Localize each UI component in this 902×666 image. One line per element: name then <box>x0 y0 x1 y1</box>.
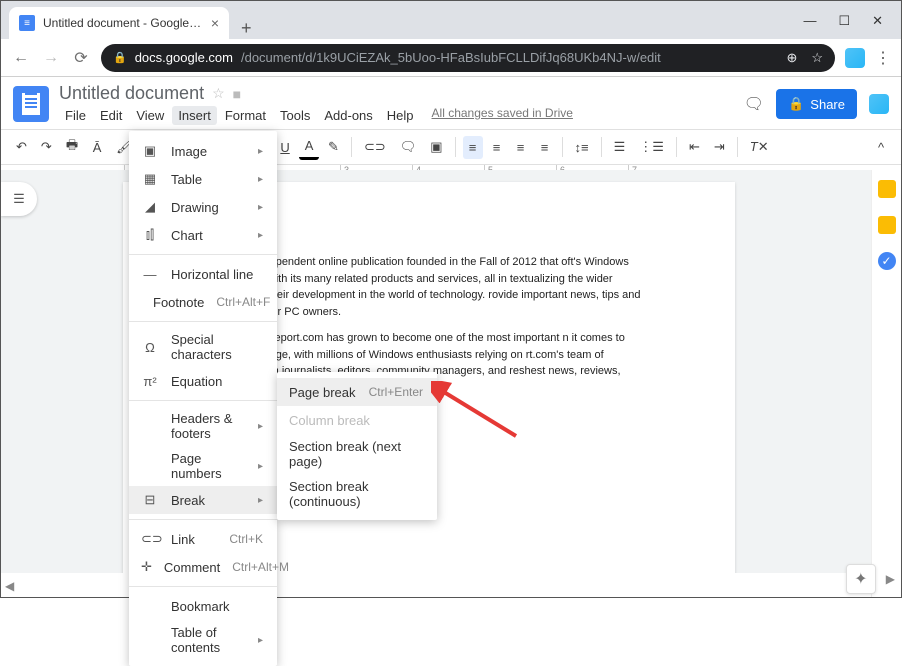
break-section-break-next-page-[interactable]: Section break (next page) <box>277 434 437 474</box>
insert-horizontal-line[interactable]: —Horizontal line <box>129 260 277 288</box>
break-column-break: Column break <box>277 406 437 434</box>
share-button[interactable]: 🔒Share <box>776 89 857 119</box>
menu-addons[interactable]: Add-ons <box>318 106 378 125</box>
break-page-break[interactable]: Page breakCtrl+Enter <box>277 378 437 406</box>
window-controls: ― ☐ ✕ <box>803 13 901 39</box>
insert-link[interactable]: ⊂⊃LinkCtrl+K <box>129 525 277 553</box>
calendar-icon[interactable] <box>878 180 896 198</box>
docs-favicon: ≡ <box>19 15 35 31</box>
outline-toggle-button[interactable]: ☰ <box>1 182 37 216</box>
extension-icon[interactable] <box>845 48 865 68</box>
menu-edit[interactable]: Edit <box>94 106 128 125</box>
url-path: /document/d/1k9UCiEZAk_5bUoo-HFaBsIubFCL… <box>241 50 661 65</box>
insert-special-characters[interactable]: ΩSpecial characters <box>129 327 277 367</box>
star-icon[interactable]: ☆ <box>212 85 225 102</box>
new-tab-button[interactable]: + <box>229 18 264 39</box>
break-submenu: Page breakCtrl+EnterColumn breakSection … <box>277 372 437 520</box>
menu-insert[interactable]: Insert <box>172 106 217 125</box>
break-section-break-continuous-[interactable]: Section break (continuous) <box>277 474 437 514</box>
keep-icon[interactable] <box>878 216 896 234</box>
bottom-bar: ✦ ▶ <box>846 564 895 594</box>
tasks-icon[interactable]: ✓ <box>878 252 896 270</box>
side-panel: ✓ <box>871 170 901 597</box>
align-center-button[interactable]: ≡ <box>487 136 507 159</box>
scroll-left-icon[interactable]: ◀ <box>5 579 14 593</box>
line-spacing-button[interactable]: ↕≡ <box>570 136 594 159</box>
insert-bookmark[interactable]: Bookmark <box>129 592 277 620</box>
highlight-button[interactable]: ✎ <box>323 135 344 159</box>
minimize-button[interactable]: ― <box>803 13 816 29</box>
insert-break[interactable]: ⊟Break▸ <box>129 486 277 514</box>
tab-title: Untitled document - Google Doc <box>43 16 203 30</box>
browser-tab[interactable]: ≡ Untitled document - Google Doc × <box>9 7 229 39</box>
align-right-button[interactable]: ≡ <box>511 136 531 159</box>
move-folder-icon[interactable]: ■ <box>233 86 241 102</box>
align-left-button[interactable]: ≡ <box>463 136 483 159</box>
increase-indent-button[interactable]: ⇥ <box>709 135 730 159</box>
save-status[interactable]: All changes saved in Drive <box>432 106 573 125</box>
menu-help[interactable]: Help <box>381 106 420 125</box>
menu-format[interactable]: Format <box>219 106 272 125</box>
menu-file[interactable]: File <box>59 106 92 125</box>
hide-menus-button[interactable]: ^ <box>871 136 891 159</box>
insert-image[interactable]: ▣Image▸ <box>129 137 277 165</box>
comments-icon[interactable]: 🗨 <box>744 94 764 114</box>
browser-tabstrip: ≡ Untitled document - Google Doc × + ― ☐… <box>1 1 901 39</box>
insert-dropdown: ▣Image▸▦Table▸◢Drawing▸⫾⫿Chart▸ —Horizont… <box>129 131 277 666</box>
redo-button[interactable]: ↷ <box>36 135 57 159</box>
align-justify-button[interactable]: ≡ <box>535 136 555 159</box>
url-input[interactable]: 🔒 docs.google.com/document/d/1k9UCiEZAk_… <box>101 44 835 72</box>
insert-table[interactable]: ▦Table▸ <box>129 165 277 193</box>
lock-icon: 🔒 <box>788 96 804 112</box>
insert-table-of-contents[interactable]: Table of contents▸ <box>129 620 277 660</box>
forward-button[interactable]: → <box>41 49 61 67</box>
address-bar: ← → ⟳ 🔒 docs.google.com/document/d/1k9UC… <box>1 39 901 77</box>
menu-bar: File Edit View Insert Format Tools Add-o… <box>59 106 734 125</box>
docs-header: Untitled document ☆ ■ File Edit View Ins… <box>1 77 901 125</box>
text-color-button[interactable]: A <box>299 134 319 160</box>
zoom-icon[interactable]: ⊕ <box>786 50 797 66</box>
insert-comment-button[interactable]: 🗨 <box>395 135 422 159</box>
insert-drawing[interactable]: ◢Drawing▸ <box>129 193 277 221</box>
lock-icon: 🔒 <box>113 51 127 64</box>
explore-button[interactable]: ✦ <box>846 564 876 594</box>
undo-button[interactable]: ↶ <box>11 135 32 159</box>
insert-chart[interactable]: ⫾⫿Chart▸ <box>129 221 277 249</box>
scroll-right-icon[interactable]: ▶ <box>886 572 895 586</box>
underline-button[interactable]: U <box>275 136 295 159</box>
clear-formatting-button[interactable]: T✕ <box>745 135 774 159</box>
menu-tools[interactable]: Tools <box>274 106 316 125</box>
insert-page-numbers[interactable]: Page numbers▸ <box>129 446 277 486</box>
insert-comment[interactable]: ✛CommentCtrl+Alt+M <box>129 553 277 581</box>
close-tab-icon[interactable]: × <box>211 15 219 31</box>
decrease-indent-button[interactable]: ⇤ <box>684 135 705 159</box>
back-button[interactable]: ← <box>11 49 31 67</box>
docs-logo[interactable] <box>13 86 49 122</box>
url-domain: docs.google.com <box>135 50 233 65</box>
insert-link-button[interactable]: ⊂⊃ <box>359 135 391 159</box>
menu-view[interactable]: View <box>130 106 170 125</box>
insert-image-button[interactable]: ▣ <box>425 135 447 159</box>
document-title[interactable]: Untitled document <box>59 83 204 104</box>
insert-footnote[interactable]: FootnoteCtrl+Alt+F <box>129 288 277 316</box>
browser-menu-icon[interactable]: ⋮ <box>875 48 891 68</box>
close-window-button[interactable]: ✕ <box>872 13 883 29</box>
maximize-button[interactable]: ☐ <box>838 13 850 29</box>
insert-equation[interactable]: π²Equation <box>129 367 277 395</box>
insert-headers-footers[interactable]: Headers & footers▸ <box>129 406 277 446</box>
account-avatar[interactable] <box>869 94 889 114</box>
numbered-list-button[interactable]: ☰ <box>609 135 631 159</box>
reload-button[interactable]: ⟳ <box>71 48 91 68</box>
bookmark-star-icon[interactable]: ☆ <box>811 50 823 66</box>
spellcheck-button[interactable]: Ā <box>87 136 107 159</box>
bulleted-list-button[interactable]: ⋮☰ <box>634 135 669 159</box>
print-button[interactable]: 🖶 <box>61 132 83 162</box>
